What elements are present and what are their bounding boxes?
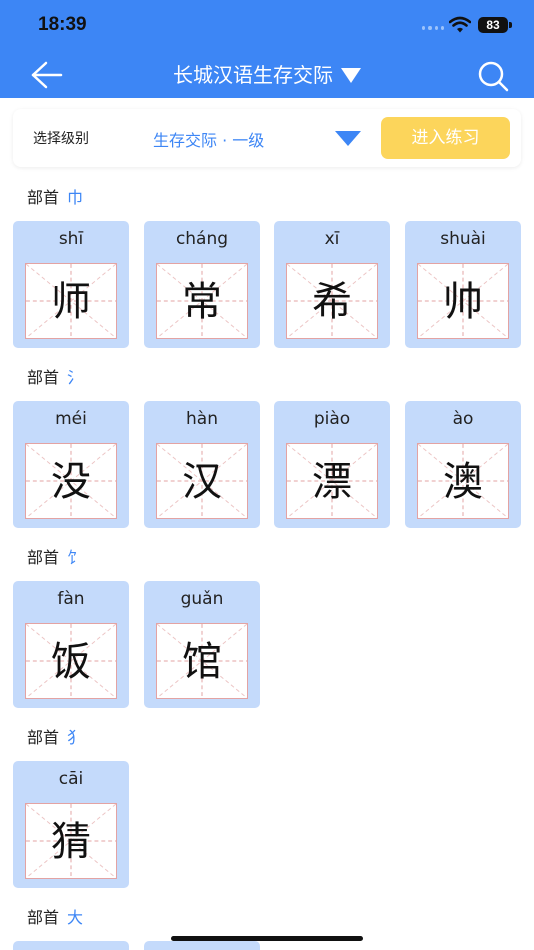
pinyin: shī: [58, 229, 84, 249]
caret-down-icon: [341, 67, 361, 83]
pinyin: shuài: [440, 229, 486, 249]
level-label: 选择级别: [33, 131, 89, 147]
char-card[interactable]: [13, 941, 129, 950]
char-card[interactable]: fàn 饭: [13, 581, 129, 708]
tianzige-grid: 没: [25, 443, 117, 519]
cellular-signal-icon: [422, 26, 444, 32]
page-title: 长城汉语生存交际: [173, 63, 333, 87]
search-icon[interactable]: [476, 59, 510, 93]
status-time: 18:39: [38, 14, 87, 35]
hanzi: 希: [312, 279, 352, 325]
tianzige-grid: 澳: [417, 443, 509, 519]
tianzige-grid: 汉: [156, 443, 248, 519]
hanzi: 猜: [51, 819, 91, 865]
radical-header: 部首大: [27, 904, 83, 928]
tianzige-grid: 猜: [25, 803, 117, 879]
hanzi: 饭: [51, 639, 91, 685]
radical-char: 氵: [67, 368, 84, 387]
pinyin: piào: [313, 409, 351, 429]
radical-header: 部首巾: [27, 184, 83, 208]
char-card[interactable]: hàn 汉: [144, 401, 260, 528]
radical-char: 巾: [67, 188, 84, 207]
wifi-icon: [449, 16, 471, 33]
pinyin: ào: [452, 409, 474, 429]
tianzige-grid: 饭: [25, 623, 117, 699]
top-bar: 18:39 83 长城汉语生存交际: [0, 0, 534, 98]
hanzi: 没: [51, 459, 91, 505]
status-bar: 18:39 83: [0, 0, 534, 50]
title-dropdown[interactable]: 长城汉语生存交际: [0, 59, 534, 91]
enter-practice-button[interactable]: 进入练习: [381, 117, 510, 159]
char-card[interactable]: ào 澳: [405, 401, 521, 528]
char-card[interactable]: piào 漂: [274, 401, 390, 528]
hanzi: 师: [51, 279, 91, 325]
radical-char: 犭: [67, 728, 84, 747]
radical-label: 部首: [27, 548, 60, 567]
radical-header: 部首犭: [27, 724, 83, 748]
radical-label: 部首: [27, 368, 60, 387]
tianzige-grid: 漂: [286, 443, 378, 519]
level-selector: 选择级别 生存交际 · 一级 进入练习: [13, 109, 521, 167]
char-card[interactable]: xī 希: [274, 221, 390, 348]
tianzige-grid: 常: [156, 263, 248, 339]
radical-char: 饣: [67, 548, 84, 567]
tianzige-grid: 希: [286, 263, 378, 339]
battery-icon: 83: [478, 17, 508, 33]
hanzi: 澳: [443, 459, 483, 505]
radical-header: 部首氵: [27, 364, 83, 388]
hanzi: 漂: [312, 459, 352, 505]
char-card[interactable]: shī 师: [13, 221, 129, 348]
home-indicator[interactable]: [171, 936, 363, 941]
pinyin: hàn: [186, 409, 218, 429]
radical-label: 部首: [27, 188, 60, 207]
pinyin: méi: [55, 409, 87, 429]
char-card[interactable]: shuài 帅: [405, 221, 521, 348]
radical-header: 部首饣: [27, 544, 83, 568]
char-card[interactable]: méi 没: [13, 401, 129, 528]
pinyin: cāi: [58, 769, 84, 789]
pinyin: xī: [324, 229, 340, 249]
char-card[interactable]: [144, 941, 260, 950]
radical-label: 部首: [27, 728, 60, 747]
hanzi: 汉: [182, 459, 222, 505]
radical-label: 部首: [27, 908, 60, 927]
level-dropdown[interactable]: 生存交际 · 一级: [153, 127, 264, 151]
pinyin: fàn: [57, 589, 85, 609]
char-card[interactable]: cāi 猜: [13, 761, 129, 888]
pinyin: guǎn: [180, 589, 224, 609]
tianzige-grid: 帅: [417, 263, 509, 339]
battery-cap: [509, 22, 512, 28]
tianzige-grid: 师: [25, 263, 117, 339]
tianzige-grid: 馆: [156, 623, 248, 699]
hanzi: 馆: [182, 639, 222, 685]
caret-down-icon[interactable]: [335, 131, 361, 146]
hanzi: 帅: [443, 279, 483, 325]
char-card[interactable]: cháng 常: [144, 221, 260, 348]
char-card[interactable]: guǎn 馆: [144, 581, 260, 708]
pinyin: cháng: [175, 229, 229, 249]
radical-char: 大: [67, 908, 84, 927]
hanzi: 常: [182, 279, 222, 325]
